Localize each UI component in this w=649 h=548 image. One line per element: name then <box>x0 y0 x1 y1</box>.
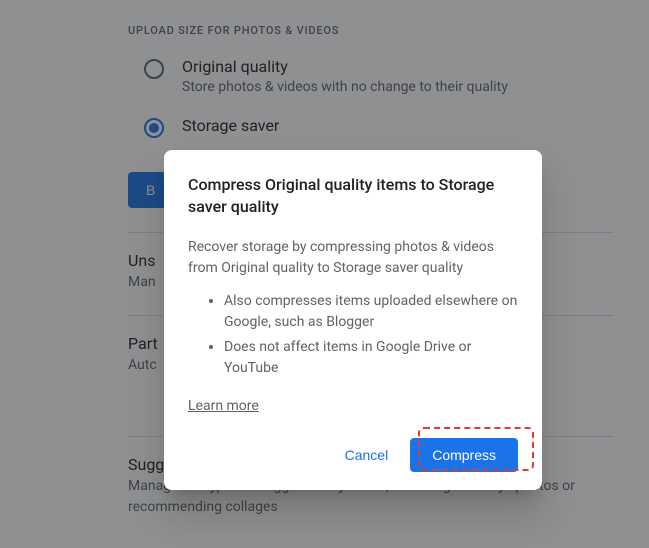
cancel-button[interactable]: Cancel <box>333 439 401 471</box>
dialog-bullet: Does not affect items in Google Drive or… <box>224 337 518 379</box>
compress-dialog: Compress Original quality items to Stora… <box>164 150 542 490</box>
dialog-actions: Cancel Compress <box>188 438 518 472</box>
dialog-body: Recover storage by compressing photos & … <box>188 237 518 279</box>
dialog-title: Compress Original quality items to Stora… <box>188 174 518 219</box>
dialog-bullets: Also compresses items uploaded elsewhere… <box>188 291 518 379</box>
learn-more-link[interactable]: Learn more <box>188 398 259 414</box>
compress-button[interactable]: Compress <box>410 438 518 472</box>
dialog-bullet: Also compresses items uploaded elsewhere… <box>224 291 518 333</box>
